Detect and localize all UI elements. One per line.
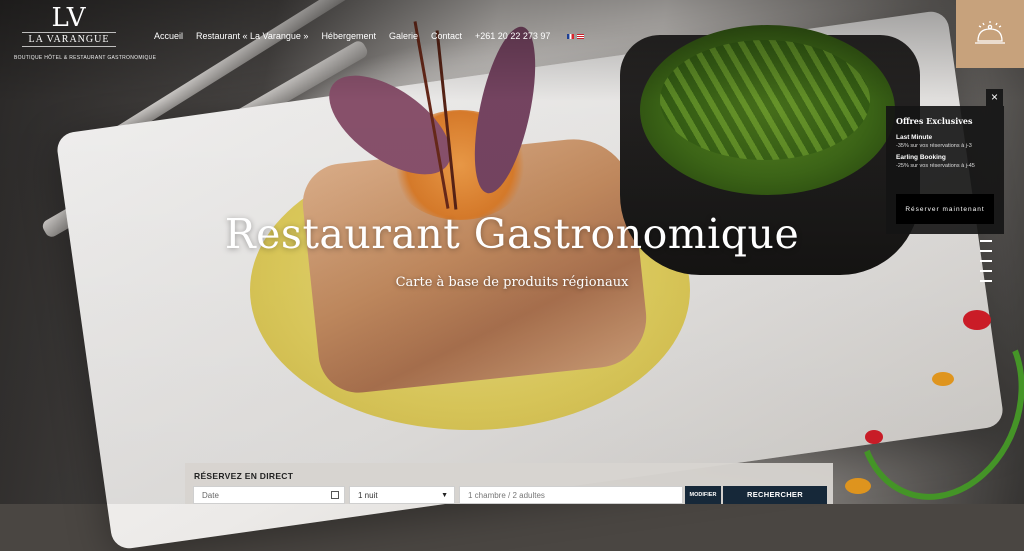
date-placeholder: Date: [202, 491, 219, 500]
cloche-icon: [975, 21, 1005, 44]
main-nav: Accueil Restaurant « La Varangue » Héber…: [154, 31, 585, 41]
nav-galerie[interactable]: Galerie: [389, 31, 418, 41]
date-input[interactable]: Date: [193, 486, 345, 504]
nav-phone[interactable]: +261 20 22 273 97: [475, 31, 550, 41]
nav-accueil[interactable]: Accueil: [154, 31, 183, 41]
slide-indicator[interactable]: [980, 260, 992, 262]
slide-indicator[interactable]: [980, 280, 992, 282]
chevron-down-icon: ▼: [441, 492, 448, 499]
nav-contact[interactable]: Contact: [431, 31, 462, 41]
booking-bar: RÉSERVEZ EN DIRECT Date 1 nuit ▼ 1 chamb…: [185, 463, 833, 504]
booking-title: RÉSERVEZ EN DIRECT: [194, 471, 294, 481]
language-switcher: [567, 33, 585, 39]
french-flag-icon[interactable]: [567, 33, 575, 39]
restaurant-cloche-button[interactable]: [956, 0, 1024, 68]
offers-close-button[interactable]: ×: [986, 89, 1003, 106]
offer-description: -25% sur vos réservations à j-45: [896, 163, 975, 169]
logo-tagline: BOUTIQUE HÔTEL & RESTAURANT GASTRONOMIQU…: [14, 55, 157, 61]
rooms-guests-field[interactable]: 1 chambre / 2 adultes: [459, 486, 683, 504]
nights-value: 1 nuit: [358, 491, 378, 500]
nav-hebergement[interactable]: Hébergement: [321, 31, 376, 41]
modify-button[interactable]: MODIFIER: [685, 486, 721, 504]
hero-title: Restaurant Gastronomique: [224, 210, 800, 258]
logo-mark: LV: [51, 3, 87, 33]
english-flag-icon[interactable]: [577, 33, 585, 39]
hero-subtitle: Carte à base de produits régionaux: [395, 275, 629, 290]
logo[interactable]: LV LA VARANGUE BOUTIQUE HÔTEL & RESTAURA…: [14, 3, 157, 66]
logo-name: LA VARANGUE: [22, 32, 116, 47]
offers-title: Offres Exclusives: [896, 116, 973, 126]
search-button[interactable]: RECHERCHER: [723, 486, 827, 504]
offer-name: Last Minute: [896, 134, 933, 141]
slide-indicator[interactable]: [980, 250, 992, 252]
book-now-button[interactable]: Réserver maintenant: [896, 194, 994, 224]
offer-name: Earling Booking: [896, 154, 946, 161]
rooms-value: 1 chambre / 2 adultes: [468, 491, 545, 500]
calendar-icon: [331, 491, 339, 499]
slide-indicator[interactable]: [980, 270, 992, 272]
offer-description: -35% sur vos réservations à j-3: [896, 143, 972, 149]
offers-panel: Offres Exclusives Last Minute -35% sur v…: [886, 106, 1004, 234]
nav-restaurant[interactable]: Restaurant « La Varangue »: [196, 31, 308, 41]
slide-indicator[interactable]: [980, 240, 992, 242]
nights-select[interactable]: 1 nuit ▼: [349, 486, 455, 504]
slider-pagination: [980, 240, 992, 290]
